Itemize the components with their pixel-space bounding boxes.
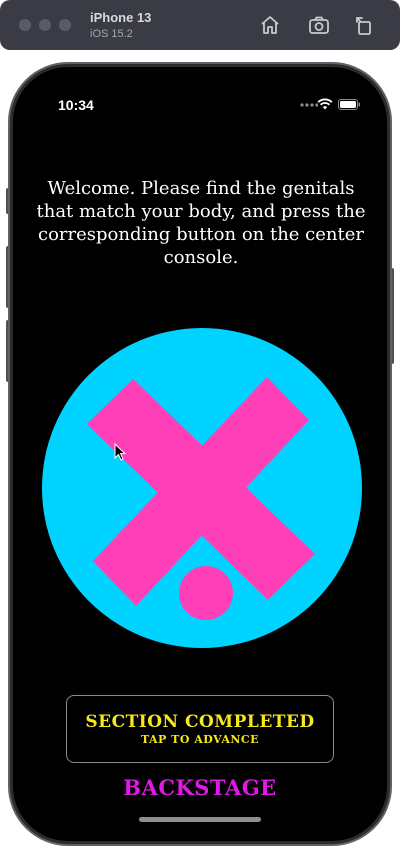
phone-screen: 10:34 Welcome. Please find the genitals …: [10, 64, 390, 844]
home-indicator[interactable]: [139, 817, 261, 822]
tap-to-advance-label: TAP TO ADVANCE: [140, 733, 260, 746]
section-completed-button[interactable]: SECTION COMPLETED TAP TO ADVANCE: [66, 695, 334, 763]
section-completed-title: SECTION COMPLETED: [85, 712, 315, 732]
minimize-window-button[interactable]: [39, 19, 51, 31]
welcome-instructions: Welcome. Please find the genitals that m…: [36, 178, 366, 268]
x-mark-with-dot-icon[interactable]: [42, 328, 362, 648]
screenshot-icon[interactable]: [307, 13, 331, 37]
status-time: 10:34: [58, 97, 94, 113]
home-icon[interactable]: [258, 13, 282, 37]
battery-icon: [338, 99, 360, 110]
simulator-toolbar: iPhone 13 iOS 15.2: [0, 0, 400, 50]
backstage-button[interactable]: BACKSTAGE: [13, 775, 387, 800]
mouse-cursor-icon: [114, 443, 126, 461]
device-name: iPhone 13: [90, 10, 152, 25]
power-button: [390, 268, 394, 364]
zoom-window-button[interactable]: [59, 19, 71, 31]
wifi-icon: [317, 98, 333, 110]
graphic-dot: [179, 566, 233, 620]
rotate-icon[interactable]: [352, 13, 376, 37]
device-os-version: iOS 15.2: [90, 28, 133, 40]
close-window-button[interactable]: [19, 19, 31, 31]
signal-dots-icon: [300, 103, 318, 107]
